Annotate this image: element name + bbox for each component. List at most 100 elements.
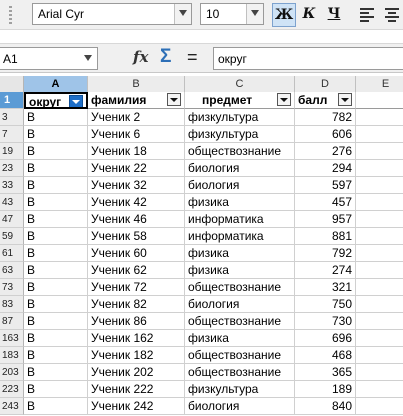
table-cell[interactable]: В (24, 177, 88, 194)
table-cell[interactable]: обществознание (185, 143, 295, 160)
table-cell[interactable]: Ученик 58 (88, 228, 185, 245)
empty-cell[interactable] (356, 126, 403, 143)
table-cell[interactable]: Ученик 202 (88, 364, 185, 381)
font-size-combo[interactable]: 10 (200, 3, 264, 25)
row-header[interactable]: 3 (0, 109, 24, 126)
table-cell[interactable]: информатика (185, 211, 295, 228)
bold-button[interactable]: Ж (272, 3, 296, 27)
table-cell[interactable]: 457 (295, 194, 356, 211)
table-cell[interactable]: В (24, 194, 88, 211)
column-header-e[interactable]: E (356, 76, 403, 92)
header-cell-predmet[interactable]: предмет (185, 92, 295, 109)
table-cell[interactable]: В (24, 347, 88, 364)
table-cell[interactable]: биология (185, 296, 295, 313)
row-header[interactable]: 73 (0, 279, 24, 296)
row-header[interactable]: 63 (0, 262, 24, 279)
table-cell[interactable]: обществознание (185, 347, 295, 364)
row-header[interactable]: 83 (0, 296, 24, 313)
table-cell[interactable]: 606 (295, 126, 356, 143)
table-cell[interactable]: Ученик 86 (88, 313, 185, 330)
table-cell[interactable]: 468 (295, 347, 356, 364)
table-cell[interactable]: В (24, 211, 88, 228)
table-cell[interactable]: В (24, 398, 88, 415)
table-cell[interactable]: В (24, 228, 88, 245)
column-header-b[interactable]: B (88, 76, 185, 92)
font-name-combo[interactable]: Arial Cyr (32, 3, 192, 25)
table-cell[interactable]: В (24, 381, 88, 398)
table-cell[interactable]: Ученик 46 (88, 211, 185, 228)
filter-dropdown-icon[interactable] (277, 93, 291, 106)
empty-cell[interactable] (356, 92, 403, 109)
empty-cell[interactable] (356, 109, 403, 126)
table-cell[interactable]: 274 (295, 262, 356, 279)
filter-dropdown-icon[interactable] (167, 93, 181, 106)
table-cell[interactable]: Ученик 82 (88, 296, 185, 313)
table-cell[interactable]: 597 (295, 177, 356, 194)
empty-cell[interactable] (356, 330, 403, 347)
row-header[interactable]: 163 (0, 330, 24, 347)
table-cell[interactable]: Ученик 6 (88, 126, 185, 143)
empty-cell[interactable] (356, 381, 403, 398)
table-cell[interactable]: физкультура (185, 381, 295, 398)
row-header[interactable]: 1 (0, 92, 24, 109)
table-cell[interactable]: физика (185, 194, 295, 211)
table-cell[interactable]: 696 (295, 330, 356, 347)
table-cell[interactable]: 189 (295, 381, 356, 398)
empty-cell[interactable] (356, 398, 403, 415)
filter-dropdown-icon[interactable] (69, 95, 83, 107)
table-cell[interactable]: биология (185, 177, 295, 194)
row-header[interactable]: 23 (0, 160, 24, 177)
row-header[interactable]: 33 (0, 177, 24, 194)
empty-cell[interactable] (356, 279, 403, 296)
row-header[interactable]: 203 (0, 364, 24, 381)
table-cell[interactable]: Ученик 42 (88, 194, 185, 211)
table-cell[interactable]: Ученик 22 (88, 160, 185, 177)
empty-cell[interactable] (356, 143, 403, 160)
row-header[interactable]: 43 (0, 194, 24, 211)
row-header[interactable]: 47 (0, 211, 24, 228)
table-cell[interactable]: В (24, 109, 88, 126)
table-cell[interactable]: обществознание (185, 279, 295, 296)
table-cell[interactable]: биология (185, 160, 295, 177)
row-header[interactable]: 7 (0, 126, 24, 143)
table-cell[interactable]: биология (185, 398, 295, 415)
table-cell[interactable]: В (24, 279, 88, 296)
table-cell[interactable]: 840 (295, 398, 356, 415)
chevron-down-icon[interactable] (81, 48, 97, 69)
table-cell[interactable]: В (24, 143, 88, 160)
empty-cell[interactable] (356, 211, 403, 228)
empty-cell[interactable] (356, 245, 403, 262)
table-cell[interactable]: В (24, 330, 88, 347)
table-cell[interactable]: Ученик 62 (88, 262, 185, 279)
table-cell[interactable]: информатика (185, 228, 295, 245)
italic-button[interactable]: К (297, 3, 321, 27)
row-header[interactable]: 183 (0, 347, 24, 364)
table-cell[interactable]: физика (185, 330, 295, 347)
underline-button[interactable]: Ч (322, 3, 346, 27)
table-cell[interactable]: В (24, 364, 88, 381)
header-cell-familiya[interactable]: фамилия (88, 92, 185, 109)
table-cell[interactable]: физкультура (185, 109, 295, 126)
table-cell[interactable]: В (24, 313, 88, 330)
header-cell-okrug[interactable]: округ (24, 92, 88, 109)
select-all-corner[interactable] (0, 76, 24, 92)
header-cell-ball[interactable]: балл (295, 92, 356, 109)
empty-cell[interactable] (356, 364, 403, 381)
table-cell[interactable]: обществознание (185, 364, 295, 381)
table-cell[interactable]: 276 (295, 143, 356, 160)
table-cell[interactable]: физика (185, 262, 295, 279)
row-header[interactable]: 223 (0, 381, 24, 398)
row-header[interactable]: 59 (0, 228, 24, 245)
table-cell[interactable]: 750 (295, 296, 356, 313)
table-cell[interactable]: Ученик 162 (88, 330, 185, 347)
table-cell[interactable]: Ученик 18 (88, 143, 185, 160)
column-header-d[interactable]: D (295, 76, 356, 92)
empty-cell[interactable] (356, 262, 403, 279)
row-header[interactable]: 19 (0, 143, 24, 160)
table-cell[interactable]: В (24, 262, 88, 279)
table-cell[interactable]: обществознание (185, 313, 295, 330)
equals-icon[interactable]: = (187, 47, 198, 68)
table-cell[interactable]: 730 (295, 313, 356, 330)
table-cell[interactable]: физкультура (185, 126, 295, 143)
row-header[interactable]: 243 (0, 398, 24, 415)
